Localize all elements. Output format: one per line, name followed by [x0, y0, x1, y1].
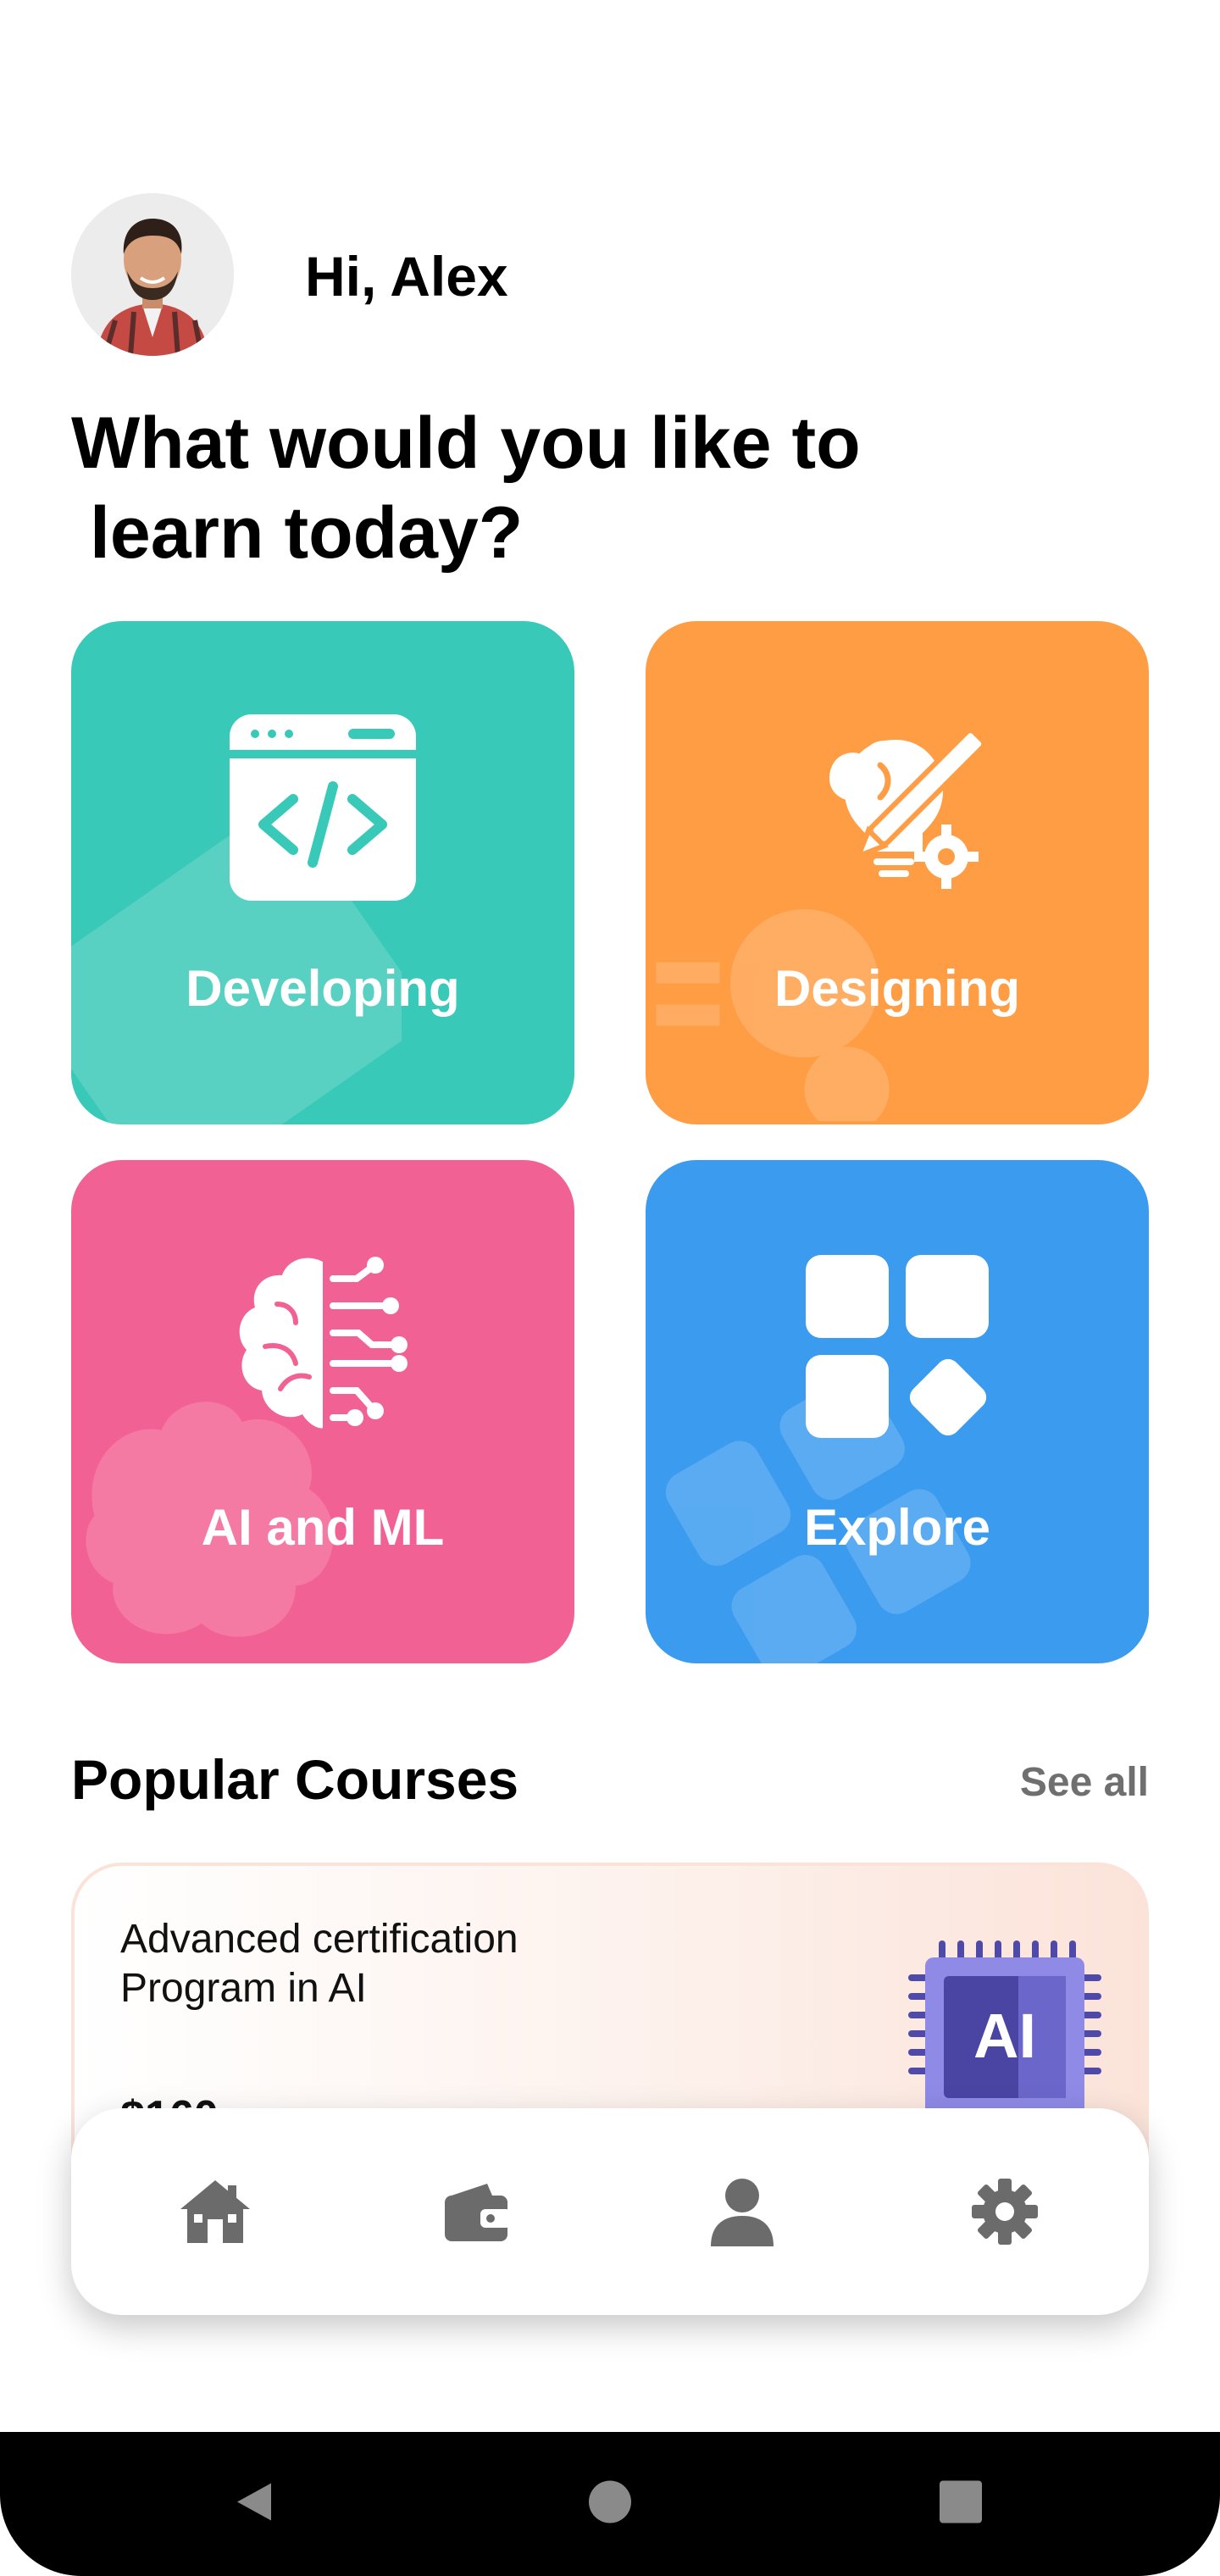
nav-settings[interactable] [967, 2174, 1043, 2250]
category-label: Developing [186, 960, 460, 1017]
ai-brain-icon [239, 1257, 408, 1429]
page-title-line-2: learn today? [90, 492, 524, 574]
ai-chip-icon: AI [908, 1940, 1101, 2117]
nav-profile[interactable] [704, 2174, 780, 2250]
course-title-line-1: Advanced certification [120, 1917, 518, 1962]
system-navigation-bar [0, 2432, 1220, 2576]
section-title: Popular Courses [71, 1748, 519, 1811]
greeting: Hi, Alex [305, 245, 508, 308]
category-label: Explore [803, 1499, 991, 1556]
page-title: What would you like to learn today? [71, 398, 1003, 578]
recents-icon [940, 2480, 982, 2523]
category-explore[interactable]: Explore [646, 1160, 1149, 1663]
chip-text: AI [973, 2001, 1036, 2071]
category-designing[interactable]: Designing [646, 621, 1149, 1124]
nav-home[interactable] [177, 2174, 253, 2250]
course-title: Advanced certification Program in AI [120, 1915, 646, 2013]
see-all-link[interactable]: See all [1020, 1757, 1149, 1808]
recents-button[interactable] [937, 2479, 984, 2530]
creative-bulb-icon [829, 728, 987, 889]
avatar[interactable] [71, 193, 234, 356]
profile-icon [711, 2179, 774, 2246]
code-window-icon [230, 714, 416, 901]
category-developing[interactable]: Developing [71, 621, 574, 1124]
nav-wallet[interactable] [440, 2174, 516, 2250]
page-title-line-1: What would you like to [71, 402, 861, 484]
back-button[interactable] [230, 2479, 278, 2530]
category-label: Designing [774, 960, 1020, 1017]
course-title-line-2: Program in AI [120, 1966, 367, 2011]
apps-grid-icon [806, 1255, 989, 1438]
category-ai-ml[interactable]: AI and ML [71, 1160, 574, 1663]
home-circle-icon [589, 2480, 631, 2523]
back-icon [237, 2483, 271, 2521]
home-icon [180, 2180, 250, 2243]
bottom-navigation [71, 2108, 1149, 2315]
home-button[interactable] [586, 2479, 634, 2530]
wallet-icon [445, 2184, 511, 2241]
avatar-photo-icon [71, 193, 234, 356]
category-label: AI and ML [201, 1499, 445, 1556]
settings-icon [972, 2179, 1038, 2245]
